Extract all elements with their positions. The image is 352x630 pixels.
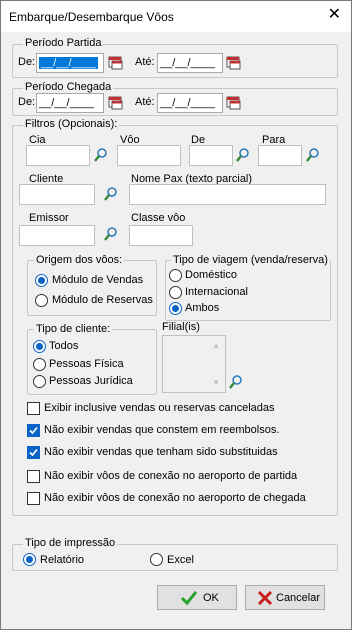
x-icon [257,590,273,606]
classe-voo-input[interactable] [129,225,193,246]
cliente-input[interactable] [19,184,95,205]
calendar-icon[interactable] [226,55,242,70]
calendar-icon[interactable] [108,55,124,70]
voo-input[interactable] [117,145,181,166]
partida-de-value: __/__/____ [39,57,99,69]
scroll-down-icon[interactable]: ▼ [212,378,220,387]
cliente-juridica-radio[interactable] [33,375,46,388]
para-input[interactable] [258,145,302,166]
impressao-excel-radio[interactable] [150,553,163,566]
search-person-icon[interactable] [103,226,119,242]
filial-listbox[interactable]: ▲ ▼ [162,335,226,393]
search-person-icon[interactable] [93,147,109,163]
partida-ate-field[interactable]: __/__/____ [157,53,223,73]
calendar-icon[interactable] [108,95,124,110]
cliente-fisica-radio[interactable] [33,358,46,371]
chk-conexao-chegada[interactable] [27,492,40,505]
emissor-input[interactable] [19,225,95,246]
ok-button[interactable]: OK [157,585,237,610]
cliente-todos-label: Todos [49,340,79,352]
chk-incluir-canceladas[interactable] [27,402,40,415]
filial-label: Filial(is) [162,321,200,333]
tipo-viagem-legend: Tipo de viagem (venda/reserva) [171,254,330,267]
tipo-impressao-legend: Tipo de impressão [23,537,118,550]
emissor-label: Emissor [29,212,69,224]
viagem-domestico-label: Doméstico [185,269,237,281]
title-bar: Embarque/Desembarque Vôos ✕ [1,1,351,32]
de-input[interactable] [189,145,233,166]
calendar-icon[interactable] [226,95,242,110]
viagem-ambos-label: Ambos [185,302,220,314]
origem-vendas-label: Módulo de Vendas [52,274,144,286]
origem-legend: Origem dos vôos: [34,254,125,267]
search-person-icon[interactable] [235,147,251,163]
impressao-relatorio-label: Relatório [40,554,85,566]
ok-label: OK [203,592,219,604]
dialog-window: Embarque/Desembarque Vôos ✕ Período Part… [0,0,352,630]
classe-voo-label: Classe vôo [131,212,186,224]
partida-de-field[interactable]: __/__/____ [36,53,104,73]
scroll-up-icon[interactable]: ▲ [212,341,220,350]
chegada-de-label: De: [18,96,36,108]
impressao-excel-label: Excel [167,554,194,566]
search-person-icon[interactable] [305,147,321,163]
chk-nao-substituidas-label: Não exibir vendas que tenham sido substi… [44,446,278,458]
origem-reservas-radio[interactable] [35,294,48,307]
check-mark-icon [29,426,38,435]
close-icon[interactable]: ✕ [328,6,341,24]
search-person-icon[interactable] [103,186,119,202]
cliente-todos-radio[interactable] [33,340,46,353]
impressao-relatorio-radio[interactable] [23,553,36,566]
cancel-button[interactable]: Cancelar [245,585,325,610]
partida-de-label: De: [18,56,36,68]
viagem-internacional-radio[interactable] [169,286,182,299]
chk-conexao-chegada-label: Não exibir vôos de conexão no aeroporto … [44,492,306,504]
check-icon [180,591,198,606]
search-person-icon[interactable] [228,374,244,390]
origem-vendas-radio[interactable] [35,274,48,287]
chk-nao-reembolsos[interactable] [27,424,40,437]
origem-reservas-label: Módulo de Reservas [52,294,153,306]
cliente-fisica-label: Pessoas Física [49,358,124,370]
check-mark-icon [29,448,38,457]
window-title: Embarque/Desembarque Vôos [9,10,174,24]
chk-nao-substituidas[interactable] [27,446,40,459]
chk-incluir-canceladas-label: Exibir inclusive vendas ou reservas canc… [44,402,275,414]
viagem-domestico-radio[interactable] [169,269,182,282]
filtros-legend: Filtros (Opcionais): [23,118,120,131]
cia-input[interactable] [26,145,90,166]
chk-nao-reembolsos-label: Não exibir vendas que constem em reembol… [44,424,280,436]
chk-conexao-partida[interactable] [27,470,40,483]
chegada-de-field[interactable]: __/__/____ [36,93,104,113]
tipo-cliente-legend: Tipo de cliente: [34,323,113,336]
viagem-internacional-label: Internacional [185,286,248,298]
cancel-label: Cancelar [276,592,321,604]
chegada-ate-label: Até: [135,96,155,108]
partida-ate-label: Até: [135,56,155,68]
viagem-ambos-radio[interactable] [169,302,182,315]
cliente-juridica-label: Pessoas Jurídica [49,375,133,387]
nome-pax-input[interactable] [129,184,326,205]
chegada-ate-field[interactable]: __/__/____ [157,93,223,113]
chk-conexao-partida-label: Não exibir vôos de conexão no aeroporto … [44,470,298,482]
periodo-partida-legend: Período Partida [23,37,104,50]
origem-group [27,260,157,316]
